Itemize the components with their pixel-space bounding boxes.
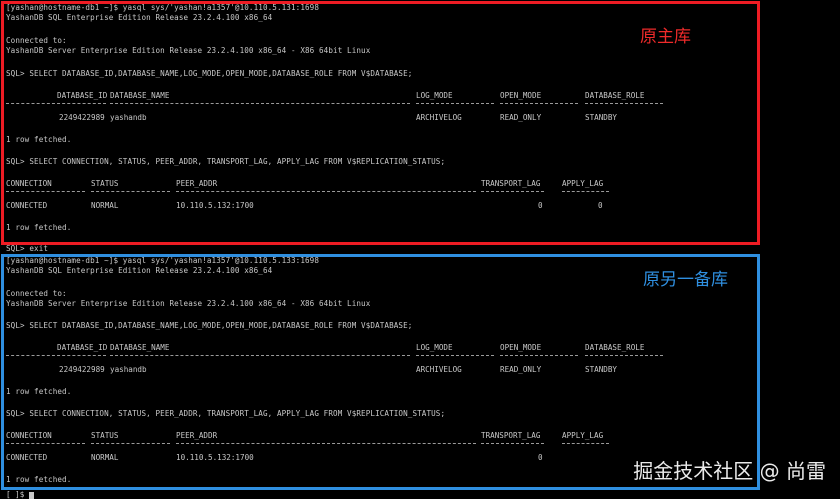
shell-cursor-line: [ ]$ xyxy=(6,490,34,499)
cursor-prompt: [ ]$ xyxy=(6,490,25,499)
primary-annotation-label: 原主库 xyxy=(640,27,691,47)
watermark: 掘金技术社区 @ 尚雷 xyxy=(633,459,826,483)
standby-annotation-label: 原另一备库 xyxy=(643,270,728,290)
exit-line: SQL> exit xyxy=(6,244,49,253)
cursor-block xyxy=(28,491,34,499)
